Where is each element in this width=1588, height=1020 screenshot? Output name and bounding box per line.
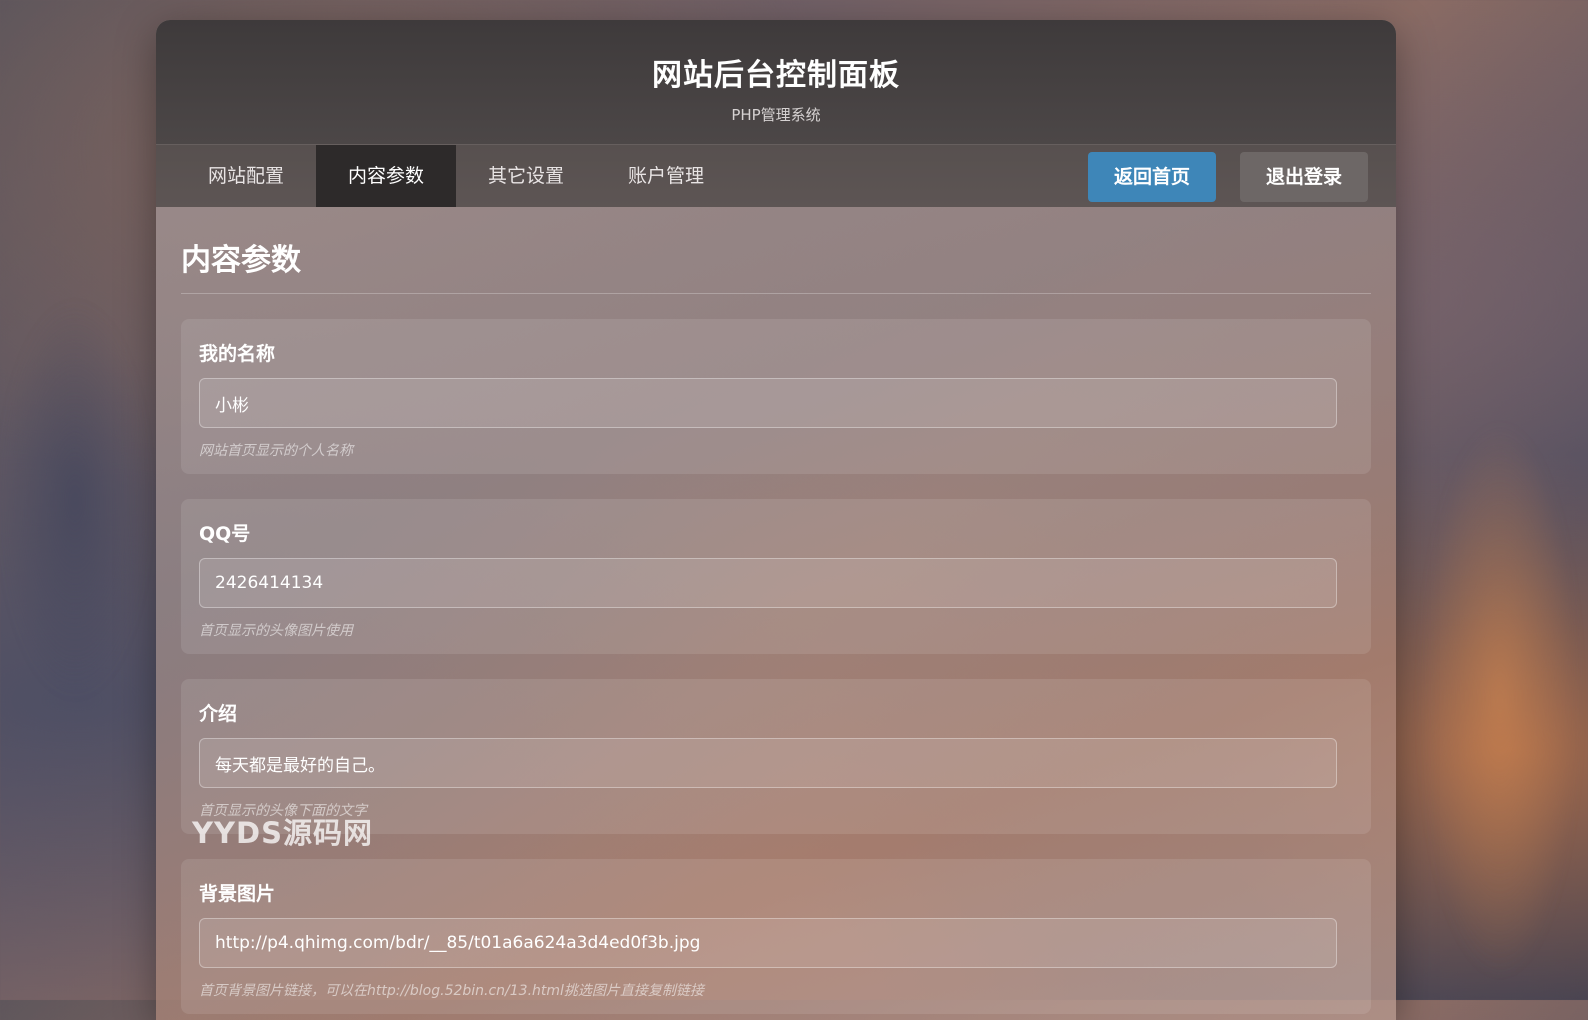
watermark-text: YYDS源码网 <box>192 816 373 850</box>
field-card-background: 背景图片 首页背景图片链接，可以在http://blog.52bin.cn/13… <box>181 859 1371 1014</box>
return-home-button[interactable]: 返回首页 <box>1088 152 1216 202</box>
tab-site-config[interactable]: 网站配置 <box>176 145 316 207</box>
top-navbar: 网站配置 内容参数 其它设置 账户管理 返回首页 退出登录 <box>156 144 1396 207</box>
qq-input[interactable] <box>199 558 1337 608</box>
panel-header: 网站后台控制面板 PHP管理系统 <box>156 20 1396 144</box>
field-label: 我的名称 <box>199 343 276 365</box>
page-subtitle: PHP管理系统 <box>731 106 821 124</box>
page-title: 网站后台控制面板 <box>652 58 900 93</box>
background-image-input[interactable] <box>199 918 1337 968</box>
field-label: 介绍 <box>199 703 238 725</box>
logout-button[interactable]: 退出登录 <box>1240 152 1368 202</box>
field-hint: 首页显示的头像图片使用 <box>199 623 353 639</box>
field-label: QQ号 <box>199 523 251 545</box>
intro-input[interactable] <box>199 738 1337 788</box>
admin-panel: 网站后台控制面板 PHP管理系统 网站配置 内容参数 其它设置 账户管理 返回首… <box>156 20 1396 1020</box>
nav-tabs: 网站配置 内容参数 其它设置 账户管理 <box>176 145 736 207</box>
field-label: 背景图片 <box>199 883 276 905</box>
background-art-left <box>0 300 150 700</box>
tab-content-params[interactable]: 内容参数 <box>316 145 456 207</box>
section-title: 内容参数 <box>181 235 1371 294</box>
name-input[interactable] <box>199 378 1337 428</box>
field-card-qq: QQ号 首页显示的头像图片使用 <box>181 499 1371 654</box>
field-hint: 网站首页显示的个人名称 <box>199 443 353 459</box>
field-hint: 首页背景图片链接，可以在http://blog.52bin.cn/13.html… <box>199 983 704 999</box>
main-content: 内容参数 我的名称 网站首页显示的个人名称 QQ号 首页显示的头像图片使用 介绍… <box>156 207 1396 1014</box>
background-art <box>1420 420 1580 980</box>
tab-other-settings[interactable]: 其它设置 <box>456 145 596 207</box>
field-card-name: 我的名称 网站首页显示的个人名称 <box>181 319 1371 474</box>
tab-account-management[interactable]: 账户管理 <box>596 145 736 207</box>
